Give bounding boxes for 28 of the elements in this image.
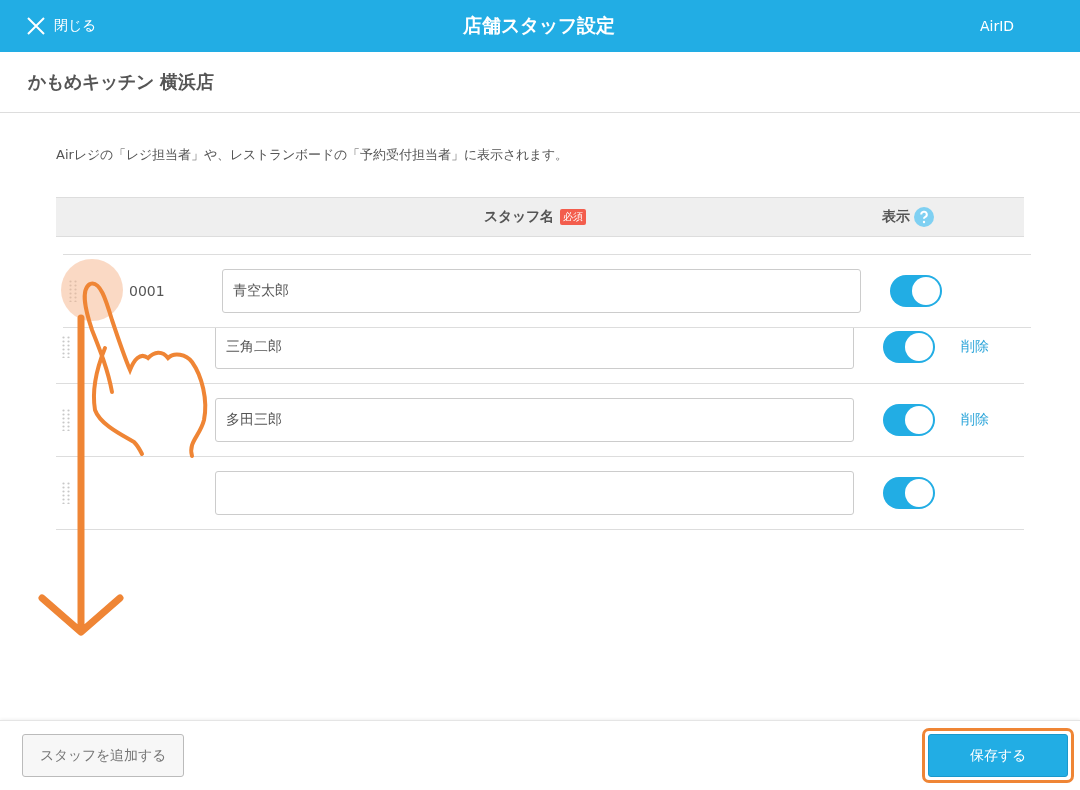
- help-icon[interactable]: [914, 207, 934, 227]
- column-header: スタッフ名: [483, 208, 554, 226]
- input-field[interactable]: 青空太郎: [222, 269, 861, 313]
- toggle-switch[interactable]: [883, 331, 935, 363]
- drag-handle-icon[interactable]: [62, 409, 70, 431]
- toggle-switch[interactable]: [883, 477, 935, 509]
- close-button[interactable]: 閉じる: [26, 16, 186, 36]
- input-field[interactable]: 三角二郎: [215, 325, 854, 369]
- description-text: Airレジの「レジ担当者」や、レストランボードの「予約受付担当者」に表示されます。: [56, 146, 569, 164]
- toggle-switch[interactable]: [890, 275, 942, 307]
- drag-handle-icon[interactable]: [69, 280, 77, 302]
- column-header: 表示: [882, 208, 910, 226]
- window-title: 店舗スタッフ設定: [463, 13, 615, 38]
- delete-link[interactable]: 削除: [961, 411, 989, 429]
- staff-id: 0001: [129, 283, 165, 299]
- toggle-switch[interactable]: [883, 404, 935, 436]
- dragged-row[interactable]: 0001 青空太郎: [63, 254, 1031, 328]
- save-button[interactable]: 保存する: [928, 734, 1068, 777]
- required-badge: 必須: [559, 209, 586, 225]
- drag-handle-icon[interactable]: [62, 482, 70, 504]
- input-field[interactable]: [215, 471, 854, 515]
- drag-handle-icon[interactable]: [62, 336, 70, 358]
- add-staff-button[interactable]: スタッフを追加する: [22, 734, 184, 777]
- close-icon: [26, 16, 46, 36]
- delete-link[interactable]: 削除: [961, 338, 989, 356]
- account-label: AirID: [979, 18, 1016, 34]
- input-field[interactable]: 多田三郎: [215, 398, 854, 442]
- store-name: かもめキッチン 横浜店: [0, 52, 1080, 113]
